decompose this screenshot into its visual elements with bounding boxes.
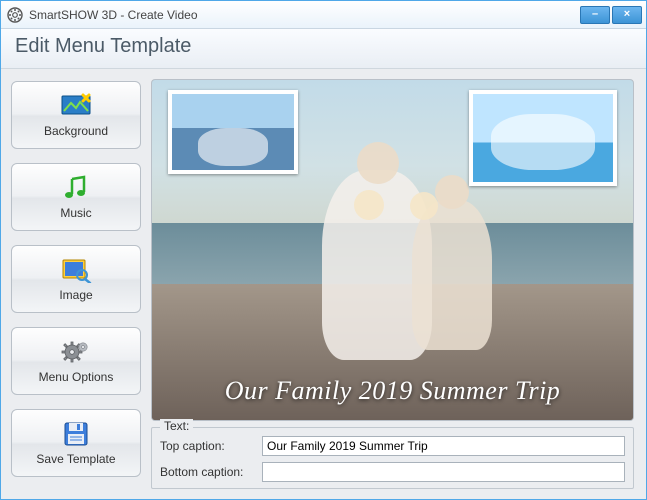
top-caption-row: Top caption: [160,436,625,456]
text-panel-legend: Text: [160,419,193,433]
preview-head [357,142,399,184]
music-icon [60,174,92,202]
gear-icon [60,338,92,366]
save-icon [60,420,92,448]
right-pane: Our Family 2019 Summer Trip Text: Top ca… [151,79,634,489]
sidebar-item-label: Image [59,288,92,302]
save-template-button[interactable]: Save Template [11,409,141,477]
preview-caption-overlay: Our Family 2019 Summer Trip [152,376,633,406]
preview-person [412,200,492,350]
sidebar: Background Music [11,79,141,489]
text-panel: Text: Top caption: Bottom caption: [151,427,634,489]
background-button[interactable]: Background [11,81,141,149]
sidebar-item-label: Background [44,124,108,138]
image-icon [60,256,92,284]
sidebar-item-label: Music [60,206,91,220]
content: Background Music [1,69,646,499]
sidebar-item-label: Menu Options [39,370,114,384]
page-title: Edit Menu Template [15,35,632,58]
minimize-button[interactable]: – [580,6,610,24]
app-icon [7,7,23,23]
header: Edit Menu Template [1,29,646,69]
background-icon [60,92,92,120]
window-title: SmartSHOW 3D - Create Video [29,8,578,22]
preview-head [435,175,469,209]
bottom-caption-row: Bottom caption: [160,462,625,482]
preview-head [354,190,384,220]
preview-thumb-right[interactable] [469,90,617,186]
menu-options-button[interactable]: Menu Options [11,327,141,395]
top-caption-input[interactable] [262,436,625,456]
close-button[interactable]: × [612,6,642,24]
bottom-caption-label: Bottom caption: [160,465,256,479]
sidebar-item-label: Save Template [36,452,115,466]
titlebar: SmartSHOW 3D - Create Video – × [1,1,646,29]
top-caption-label: Top caption: [160,439,256,453]
preview-canvas[interactable]: Our Family 2019 Summer Trip [151,79,634,421]
bottom-caption-input[interactable] [262,462,625,482]
music-button[interactable]: Music [11,163,141,231]
image-button[interactable]: Image [11,245,141,313]
preview-head [410,192,438,220]
window-buttons: – × [578,6,642,24]
preview-thumb-left[interactable] [168,90,298,174]
